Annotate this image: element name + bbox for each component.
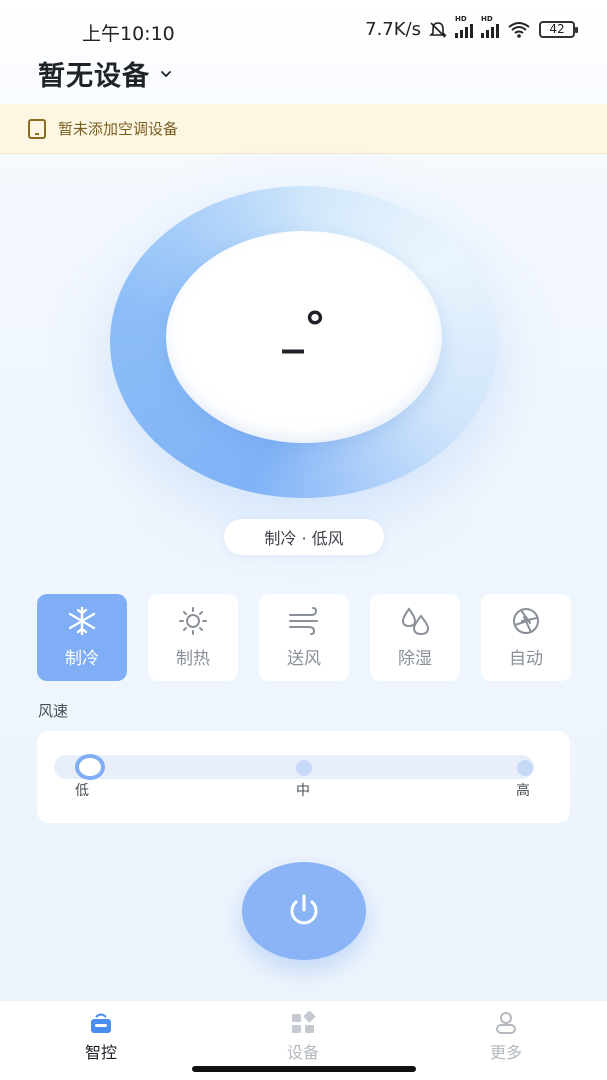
droplets-icon — [401, 607, 430, 636]
mode-button-cool[interactable]: 制冷 — [37, 594, 127, 681]
power-icon — [290, 894, 318, 925]
notice-text: 暂未添加空调设备 — [58, 120, 179, 138]
temperature-value: _° — [282, 302, 326, 354]
status-bar: 上午10:10 7.7K/s HD HD 42 — [0, 0, 607, 58]
tab-label: 智控 — [84, 1043, 117, 1062]
fan-tick-medium: 中 — [296, 783, 310, 799]
mode-button-fan[interactable]: 送风 — [259, 594, 349, 681]
aperture-icon — [513, 608, 539, 634]
mode-selector: 制冷 制热 送风 除湿 自动 — [37, 594, 571, 681]
fan-speed-label: 风速 — [38, 702, 69, 720]
wind-icon — [289, 607, 318, 635]
user-icon — [496, 1012, 516, 1034]
mode-label: 自动 — [509, 649, 543, 669]
mode-label: 制冷 — [65, 649, 99, 669]
chevron-down-icon — [161, 70, 171, 77]
tab-devices[interactable]: 设备 — [253, 1011, 353, 1063]
tab-smart-control[interactable]: 智控 — [51, 1011, 151, 1063]
bell-muted-icon — [429, 21, 447, 38]
fan-stop-medium[interactable] — [296, 760, 312, 776]
mode-button-heat[interactable]: 制热 — [148, 594, 238, 681]
tab-more[interactable]: 更多 — [456, 1011, 556, 1063]
mode-button-dry[interactable]: 除湿 — [370, 594, 460, 681]
mode-summary: 制冷 · 低风 — [224, 519, 384, 555]
temperature-display: _° — [166, 231, 442, 443]
mode-button-auto[interactable]: 自动 — [481, 594, 571, 681]
status-time: 上午10:10 — [82, 23, 175, 45]
fan-speed-slider[interactable] — [54, 755, 534, 779]
fan-speed-handle[interactable] — [75, 754, 105, 780]
fan-stop-high[interactable] — [517, 760, 533, 776]
tablet-icon — [28, 118, 46, 139]
sun-icon — [179, 607, 207, 635]
snowflake-icon — [68, 606, 96, 636]
mode-label: 除湿 — [398, 649, 432, 669]
fan-tick-low: 低 — [75, 783, 89, 799]
mode-label: 制热 — [176, 649, 210, 669]
power-button[interactable] — [242, 862, 366, 960]
battery-icon: 42 — [539, 21, 578, 38]
mode-label: 送风 — [287, 649, 321, 669]
notice-banner: 暂未添加空调设备 — [0, 104, 607, 154]
signal-icon: HD — [455, 15, 473, 38]
remote-icon — [91, 1013, 111, 1033]
wifi-icon — [508, 21, 530, 38]
signal-icon: HD — [481, 15, 499, 38]
tab-label: 更多 — [489, 1043, 522, 1062]
status-icons: 7.7K/s HD HD 42 — [365, 15, 578, 40]
net-speed: 7.7K/s — [365, 19, 421, 40]
tab-label: 设备 — [286, 1043, 319, 1062]
page-title: 暂无设备 — [38, 61, 150, 92]
device-selector[interactable]: 暂无设备 — [38, 54, 172, 93]
home-indicator[interactable] — [192, 1066, 416, 1072]
grid-icon — [292, 1011, 316, 1033]
fan-tick-high: 高 — [516, 783, 530, 799]
